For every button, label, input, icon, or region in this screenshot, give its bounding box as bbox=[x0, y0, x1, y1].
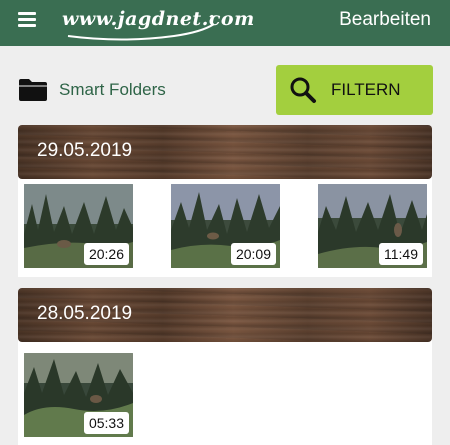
video-duration: 11:49 bbox=[379, 243, 423, 265]
logo-text: www.jagdnet.com bbox=[62, 8, 255, 30]
date-label: 28.05.2019 bbox=[37, 303, 133, 324]
date-header: 28.05.2019 bbox=[18, 288, 432, 342]
smart-folders-label: Smart Folders bbox=[59, 80, 166, 99]
video-thumbnail[interactable]: 20:26 bbox=[24, 184, 133, 268]
video-thumbnail[interactable]: 11:49 bbox=[318, 184, 427, 268]
video-thumbnail[interactable]: 20:09 bbox=[171, 184, 280, 268]
date-header: 29.05.2019 bbox=[18, 125, 432, 179]
video-thumbnail[interactable]: 05:33 bbox=[24, 353, 133, 437]
date-label: 29.05.2019 bbox=[37, 140, 133, 161]
video-duration: 20:09 bbox=[230, 243, 276, 265]
edit-button[interactable]: Bearbeiten bbox=[339, 9, 431, 31]
video-duration: 20:26 bbox=[83, 243, 129, 265]
smart-folders-button[interactable]: Smart Folders bbox=[18, 72, 166, 108]
folder-icon bbox=[19, 79, 47, 101]
search-icon bbox=[290, 77, 316, 103]
app-header: www.jagdnet.com Bearbeiten bbox=[0, 0, 450, 46]
date-section: 29.05.2019 20:26 20:09 11:49 bbox=[18, 125, 432, 277]
date-section: 28.05.2019 05:33 bbox=[18, 288, 432, 445]
filter-label: FILTERN bbox=[331, 80, 401, 99]
filter-button[interactable]: FILTERN bbox=[276, 65, 433, 115]
video-duration: 05:33 bbox=[83, 412, 129, 434]
hamburger-menu-icon[interactable] bbox=[18, 12, 36, 28]
jagdnet-logo: www.jagdnet.com bbox=[62, 3, 255, 43]
